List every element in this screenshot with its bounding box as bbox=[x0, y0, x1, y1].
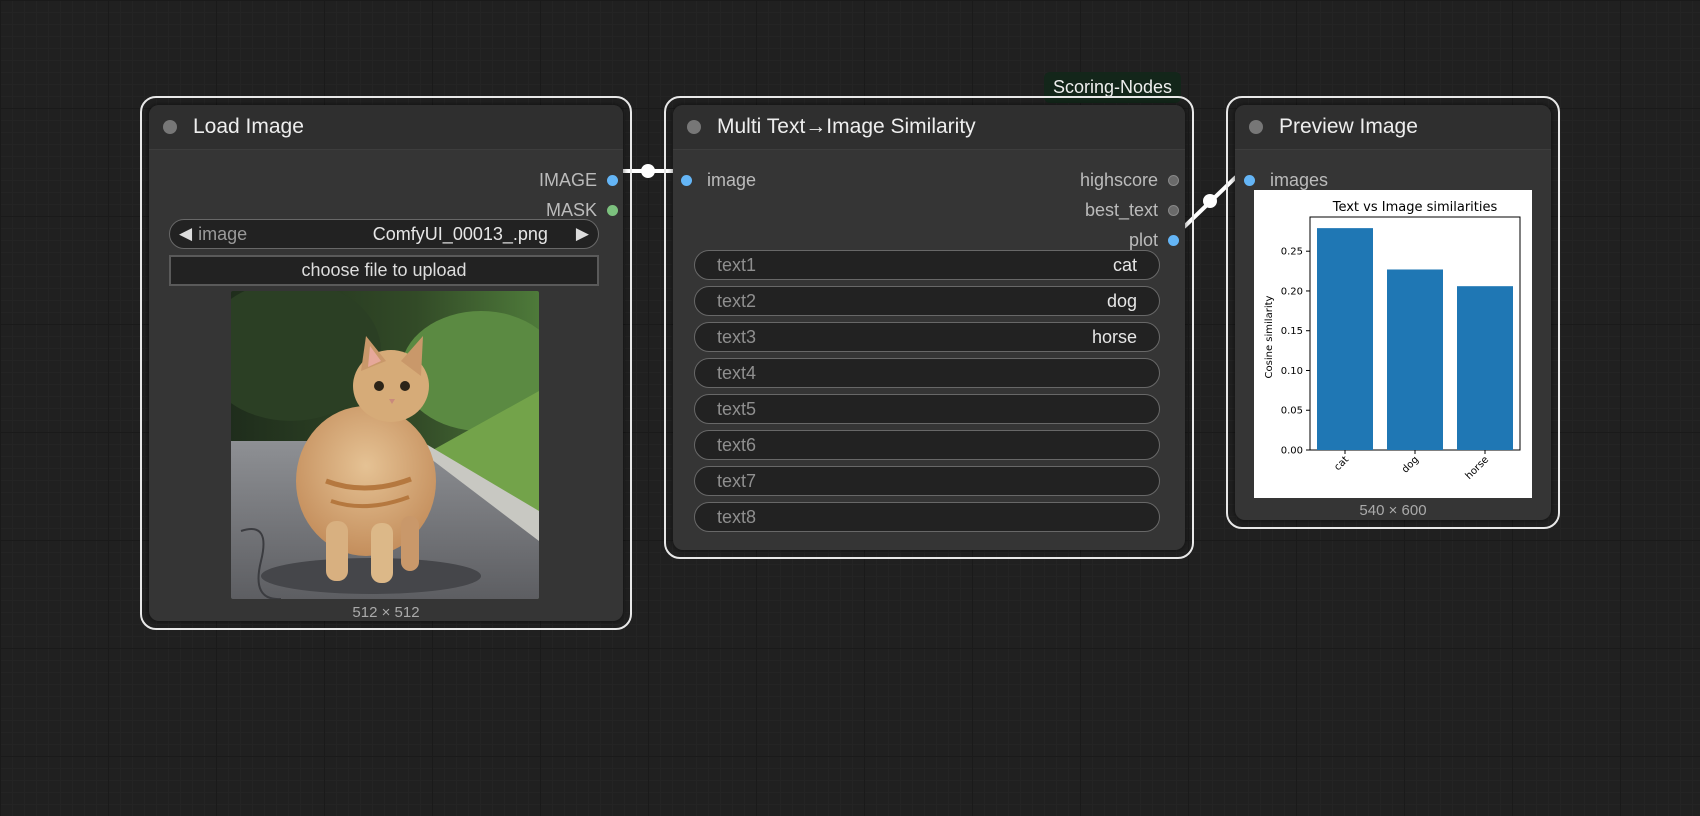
preview-image-node-body: Preview Image images Text vs Image simil… bbox=[1235, 105, 1551, 520]
text-widget-6[interactable]: text6 bbox=[694, 430, 1160, 460]
arrow-left-icon[interactable]: ◀ bbox=[179, 224, 192, 244]
y-tick-label: 0.25 bbox=[1281, 247, 1303, 258]
node-title: Preview Image bbox=[1279, 115, 1418, 138]
bar-cat bbox=[1317, 228, 1373, 450]
text-widget-3[interactable]: text3 horse bbox=[694, 322, 1160, 352]
text-widget-label: text3 bbox=[717, 326, 757, 347]
cat-photo-image bbox=[231, 291, 539, 599]
load-image-node-body: Load Image IMAGE MASK ◀ image ComfyUI_00… bbox=[149, 105, 623, 621]
output-slot-mask[interactable]: MASK bbox=[546, 199, 618, 221]
collapse-dot-icon[interactable] bbox=[163, 120, 177, 134]
text-widget-label: text5 bbox=[717, 398, 757, 419]
similarity-node-header[interactable]: Multi Text→Image Similarity bbox=[673, 105, 1185, 150]
bar-horse bbox=[1457, 286, 1513, 450]
preview-size-caption: 540 × 600 bbox=[1359, 502, 1427, 519]
y-tick-label: 0.00 bbox=[1281, 446, 1303, 457]
link-plot-midpoint[interactable] bbox=[1203, 194, 1217, 208]
y-tick-label: 0.20 bbox=[1281, 286, 1303, 297]
collapse-dot-icon[interactable] bbox=[1249, 120, 1263, 134]
text-widget-label: text2 bbox=[717, 290, 757, 311]
output-slot-label: MASK bbox=[545, 199, 597, 220]
slot-dot-icon[interactable] bbox=[1168, 174, 1179, 186]
node-title: Multi Text→Image Similarity bbox=[717, 115, 976, 138]
preview-plot-image: Text vs Image similarities Cosine simila… bbox=[1254, 190, 1532, 498]
y-tick-label: 0.15 bbox=[1281, 326, 1303, 337]
output-slot-label: highscore bbox=[1079, 169, 1158, 190]
slot-dot-icon[interactable] bbox=[1244, 174, 1255, 186]
text-widget-value: dog bbox=[1106, 290, 1137, 311]
combo-label: image bbox=[198, 223, 248, 244]
image-size-caption: 512 × 512 bbox=[352, 604, 420, 621]
text-widget-label: text8 bbox=[717, 506, 757, 527]
y-tick-label: 0.05 bbox=[1281, 406, 1303, 417]
text-widget-value: cat bbox=[1112, 254, 1137, 275]
image-combo-widget[interactable]: ◀ image ComfyUI_00013_.png ▶ bbox=[169, 219, 599, 249]
preview-image-node[interactable]: Preview Image images Text vs Image simil… bbox=[1226, 96, 1560, 529]
x-tick-label: dog bbox=[1400, 454, 1421, 475]
x-tick-label: cat bbox=[1332, 454, 1351, 473]
slot-dot-icon[interactable] bbox=[1168, 204, 1179, 216]
choose-file-button[interactable]: choose file to upload bbox=[169, 255, 599, 286]
input-slot-images[interactable]: images bbox=[1244, 169, 1328, 191]
chart-ylabel: Cosine similarity bbox=[1264, 295, 1275, 378]
load-image-node-header[interactable]: Load Image bbox=[149, 105, 623, 150]
chart-xticks: cat dog horse bbox=[1332, 450, 1491, 482]
output-slot-label: best_text bbox=[1084, 199, 1158, 220]
slot-dot-icon[interactable] bbox=[607, 174, 618, 186]
slot-dot-icon[interactable] bbox=[607, 204, 618, 216]
chart-title: Text vs Image similarities bbox=[1332, 200, 1498, 215]
combo-value: ComfyUI_00013_.png bbox=[372, 223, 548, 244]
text-widget-label: text1 bbox=[717, 254, 757, 275]
text-widget-label: text6 bbox=[717, 434, 757, 455]
loaded-image-preview bbox=[231, 291, 539, 599]
output-slot-image[interactable]: IMAGE bbox=[539, 169, 618, 191]
input-slot-label: image bbox=[707, 169, 757, 190]
output-slot-best-text[interactable]: best_text bbox=[1085, 199, 1179, 221]
text-widget-8[interactable]: text8 bbox=[694, 502, 1160, 532]
text-widget-7[interactable]: text7 bbox=[694, 466, 1160, 496]
text-widget-4[interactable]: text4 bbox=[694, 358, 1160, 388]
similarity-node-body: Multi Text→Image Similarity image highsc… bbox=[673, 105, 1185, 550]
link-image-midpoint[interactable] bbox=[641, 164, 655, 178]
text-widget-value: horse bbox=[1091, 326, 1137, 347]
y-tick-label: 0.10 bbox=[1281, 366, 1303, 377]
slot-dot-icon[interactable] bbox=[681, 174, 692, 186]
bar-dog bbox=[1387, 269, 1443, 450]
chart-yticks: 0.00 0.05 0.10 0.15 0.20 0.25 bbox=[1281, 247, 1310, 457]
text-widget-1[interactable]: text1 cat bbox=[694, 250, 1160, 280]
text-widget-2[interactable]: text2 dog bbox=[694, 286, 1160, 316]
text-widget-label: text4 bbox=[717, 362, 757, 383]
chart-bars bbox=[1317, 228, 1513, 450]
load-image-node[interactable]: Load Image IMAGE MASK ◀ image ComfyUI_00… bbox=[140, 96, 632, 630]
slot-dot-icon[interactable] bbox=[1168, 234, 1179, 246]
output-slot-label: plot bbox=[1128, 229, 1158, 250]
preview-image-node-header[interactable]: Preview Image bbox=[1235, 105, 1551, 150]
output-slot-highscore[interactable]: highscore bbox=[1080, 169, 1179, 191]
output-slot-label: IMAGE bbox=[538, 169, 597, 190]
output-slot-plot[interactable]: plot bbox=[1129, 229, 1179, 251]
node-title: Load Image bbox=[193, 115, 304, 138]
text-widget-5[interactable]: text5 bbox=[694, 394, 1160, 424]
similarity-node[interactable]: Multi Text→Image Similarity image highsc… bbox=[664, 96, 1194, 559]
input-slot-label: images bbox=[1270, 169, 1329, 190]
input-slot-image[interactable]: image bbox=[681, 169, 756, 191]
x-tick-label: horse bbox=[1464, 454, 1492, 482]
arrow-right-icon[interactable]: ▶ bbox=[576, 224, 589, 244]
similarity-bar-chart: Text vs Image similarities Cosine simila… bbox=[1264, 200, 1521, 482]
text-widget-label: text7 bbox=[717, 470, 757, 491]
collapse-dot-icon[interactable] bbox=[687, 120, 701, 134]
